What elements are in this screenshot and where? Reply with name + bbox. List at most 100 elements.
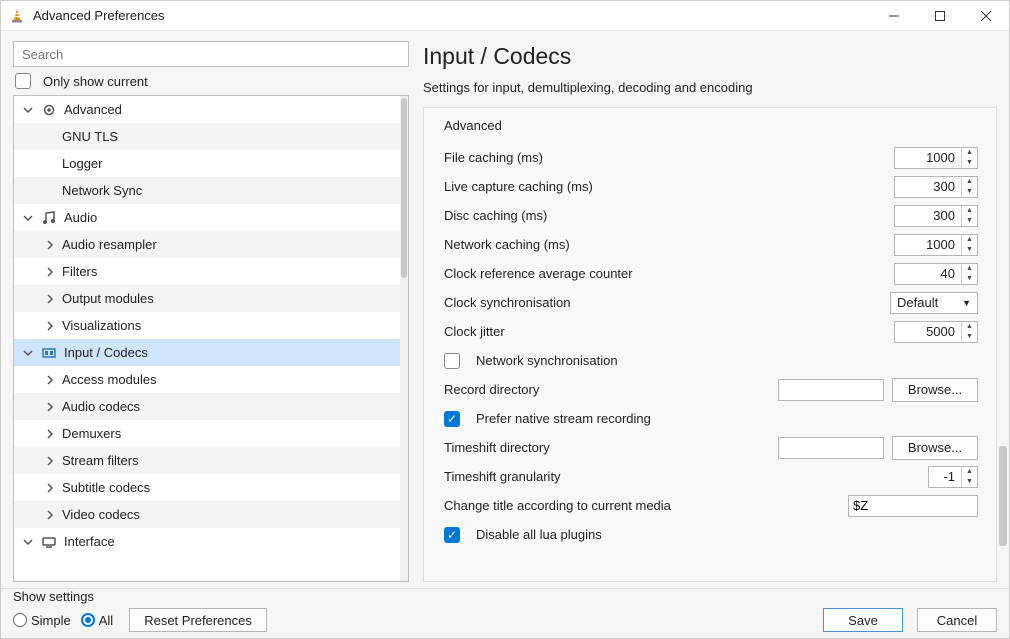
live-caching-input[interactable]: 300 ▲▼ <box>894 176 978 198</box>
timeshift-dir-row: Timeshift directory Browse... <box>444 433 978 462</box>
spin-buttons[interactable]: ▲▼ <box>961 177 977 197</box>
record-dir-label: Record directory <box>444 382 770 397</box>
tree-scrollbar-thumb[interactable] <box>401 98 407 278</box>
network-caching-input[interactable]: 1000 ▲▼ <box>894 234 978 256</box>
clock-jitter-input[interactable]: 5000 ▲▼ <box>894 321 978 343</box>
clock-ref-avg-label: Clock reference average counter <box>444 266 884 281</box>
close-button[interactable] <box>963 1 1009 31</box>
search-input[interactable] <box>13 41 409 67</box>
tree-item[interactable]: Video codecs <box>14 501 400 528</box>
tree-item[interactable]: Advanced <box>14 96 400 123</box>
chevron-down-icon[interactable] <box>20 102 36 118</box>
file-caching-input[interactable]: 1000 ▲▼ <box>894 147 978 169</box>
tree-item[interactable]: Filters <box>14 258 400 285</box>
spin-buttons[interactable]: ▲▼ <box>961 206 977 226</box>
chevron-right-icon[interactable] <box>42 264 58 280</box>
tree-item-label: GNU TLS <box>62 129 394 144</box>
prefer-native-checkbox[interactable] <box>444 411 460 427</box>
tree-item-label: Interface <box>64 534 394 549</box>
simple-radio-label: Simple <box>31 613 71 628</box>
change-title-input[interactable] <box>848 495 978 517</box>
timeshift-gran-input[interactable]: -1 ▲▼ <box>928 466 978 488</box>
tree-item[interactable]: Interface <box>14 528 400 555</box>
chevron-right-icon[interactable] <box>42 291 58 307</box>
network-sync-row[interactable]: Network synchronisation <box>444 346 978 375</box>
tree-item[interactable]: Subtitle codecs <box>14 474 400 501</box>
record-dir-row: Record directory Browse... <box>444 375 978 404</box>
clock-ref-avg-input[interactable]: 40 ▲▼ <box>894 263 978 285</box>
timeshift-gran-value: -1 <box>929 469 961 484</box>
spin-buttons[interactable]: ▲▼ <box>961 264 977 284</box>
chevron-down-icon[interactable] <box>20 534 36 550</box>
tree-item[interactable]: Stream filters <box>14 447 400 474</box>
spin-buttons[interactable]: ▲▼ <box>961 148 977 168</box>
tree-item-label: Access modules <box>62 372 394 387</box>
spin-buttons[interactable]: ▲▼ <box>961 322 977 342</box>
tree-item[interactable]: Audio codecs <box>14 393 400 420</box>
tree-scrollbar[interactable] <box>400 96 408 581</box>
page-subtitle: Settings for input, demultiplexing, deco… <box>423 80 997 95</box>
timeshift-gran-label: Timeshift granularity <box>444 469 918 484</box>
network-sync-checkbox[interactable] <box>444 353 460 369</box>
chevron-right-icon[interactable] <box>42 480 58 496</box>
cancel-button[interactable]: Cancel <box>917 608 997 632</box>
reset-preferences-button[interactable]: Reset Preferences <box>129 608 267 632</box>
tree-item-label: Subtitle codecs <box>62 480 394 495</box>
prefer-native-row[interactable]: Prefer native stream recording <box>444 404 978 433</box>
codec-icon <box>40 344 58 362</box>
chevron-right-icon[interactable] <box>42 507 58 523</box>
tree-item[interactable]: Audio <box>14 204 400 231</box>
tree-item[interactable]: Network Sync <box>14 177 400 204</box>
simple-radio[interactable]: Simple <box>13 613 71 628</box>
disc-caching-value: 300 <box>895 208 961 223</box>
network-caching-value: 1000 <box>895 237 961 252</box>
change-title-label: Change title according to current media <box>444 498 840 513</box>
tree-item[interactable]: GNU TLS <box>14 123 400 150</box>
record-dir-input[interactable] <box>778 379 884 401</box>
tree-item[interactable]: Access modules <box>14 366 400 393</box>
disable-lua-row[interactable]: Disable all lua plugins <box>444 520 978 549</box>
only-show-current-label: Only show current <box>43 74 148 89</box>
vlc-icon <box>9 8 25 24</box>
disable-lua-checkbox[interactable] <box>444 527 460 543</box>
clock-ref-avg-value: 40 <box>895 266 961 281</box>
chevron-down-icon[interactable] <box>20 345 36 361</box>
tree-item[interactable]: Output modules <box>14 285 400 312</box>
timeshift-dir-input[interactable] <box>778 437 884 459</box>
disc-caching-label: Disc caching (ms) <box>444 208 884 223</box>
clock-ref-avg-row: Clock reference average counter 40 ▲▼ <box>444 259 978 288</box>
save-button[interactable]: Save <box>823 608 903 632</box>
clock-sync-select[interactable]: Default ▼ <box>890 292 978 314</box>
only-show-current-checkbox[interactable]: Only show current <box>13 73 409 89</box>
record-dir-browse-button[interactable]: Browse... <box>892 378 978 402</box>
tree-item[interactable]: Input / Codecs <box>14 339 400 366</box>
chevron-right-icon[interactable] <box>42 399 58 415</box>
chevron-right-icon[interactable] <box>42 318 58 334</box>
window-title: Advanced Preferences <box>33 8 871 23</box>
chevron-right-icon[interactable] <box>42 237 58 253</box>
panel-scrollbar-thumb[interactable] <box>999 446 1007 546</box>
tree-item-label: Output modules <box>62 291 394 306</box>
expander-spacer <box>42 156 58 172</box>
timeshift-dir-browse-button[interactable]: Browse... <box>892 436 978 460</box>
minimize-button[interactable] <box>871 1 917 31</box>
disc-caching-input[interactable]: 300 ▲▼ <box>894 205 978 227</box>
tree-item[interactable]: Logger <box>14 150 400 177</box>
advanced-group: Advanced File caching (ms) 1000 ▲▼ Live … <box>423 107 997 582</box>
network-caching-label: Network caching (ms) <box>444 237 884 252</box>
tree-item[interactable]: Visualizations <box>14 312 400 339</box>
tree-item[interactable]: Audio resampler <box>14 231 400 258</box>
preferences-tree[interactable]: AdvancedGNU TLSLoggerNetwork SyncAudioAu… <box>14 96 400 581</box>
chevron-right-icon[interactable] <box>42 453 58 469</box>
tree-item-label: Visualizations <box>62 318 394 333</box>
spin-buttons[interactable]: ▲▼ <box>961 467 977 487</box>
chevron-down-icon[interactable] <box>20 210 36 226</box>
all-radio[interactable]: All <box>81 613 113 628</box>
chevron-right-icon[interactable] <box>42 372 58 388</box>
spin-buttons[interactable]: ▲▼ <box>961 235 977 255</box>
all-radio-label: All <box>99 613 113 628</box>
chevron-down-icon: ▼ <box>962 298 971 308</box>
tree-item[interactable]: Demuxers <box>14 420 400 447</box>
chevron-right-icon[interactable] <box>42 426 58 442</box>
maximize-button[interactable] <box>917 1 963 31</box>
